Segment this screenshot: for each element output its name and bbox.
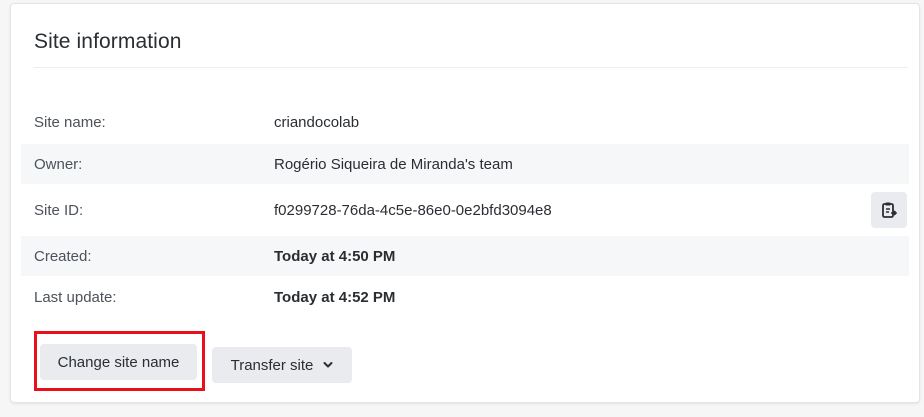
chevron-down-icon [323,361,333,369]
last-update-value: Today at 4:52 PM [274,288,396,306]
copy-site-id-button[interactable] [871,192,907,228]
card-title: Site information [34,30,182,53]
site-information-card: Site information Site name: criandocolab… [10,3,920,403]
change-site-name-button[interactable]: Change site name [40,344,197,380]
created-value: Today at 4:50 PM [274,247,396,265]
site-id-value: f0299728-76da-4c5e-86e0-0e2bfd3094e8 [274,201,552,219]
site-name-value: criandocolab [274,113,360,131]
clipboard-copy-icon [882,202,898,218]
owner-row: Owner: Rogério Siqueira de Miranda's tea… [21,144,909,184]
last-update-label: Last update: [34,288,117,306]
title-divider [34,67,908,68]
created-row: Created: Today at 4:50 PM [21,236,909,276]
site-id-label: Site ID: [34,201,84,219]
site-name-label: Site name: [34,113,106,131]
transfer-site-button[interactable]: Transfer site [212,347,352,383]
owner-value: Rogério Siqueira de Miranda's team [274,155,513,173]
site-name-row: Site name: criandocolab [21,100,909,144]
created-label: Created: [34,247,92,265]
owner-label: Owner: [34,155,83,173]
site-info-list: Site name: criandocolab Owner: Rogério S… [21,100,909,318]
site-id-row: Site ID: f0299728-76da-4c5e-86e0-0e2bfd3… [21,184,909,236]
last-update-row: Last update: Today at 4:52 PM [21,276,909,318]
transfer-site-label: Transfer site [230,356,314,374]
